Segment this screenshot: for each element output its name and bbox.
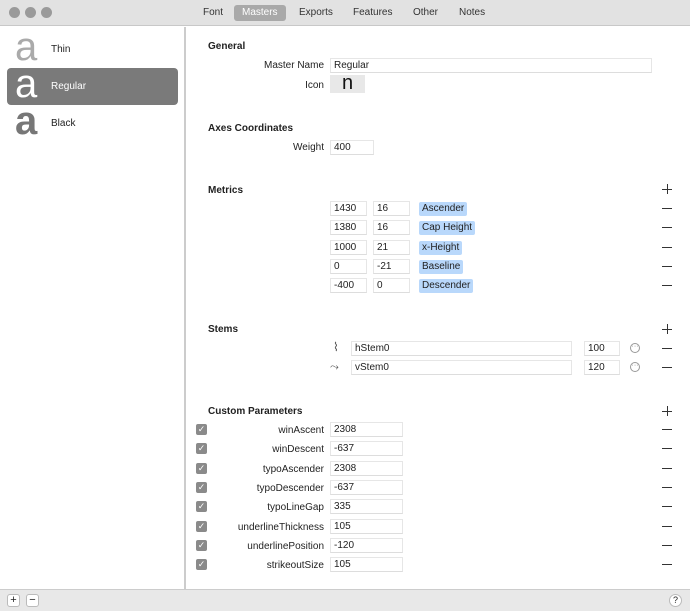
remove-parameter-button[interactable] <box>662 544 672 546</box>
parameter-value-input[interactable]: -637 <box>330 441 403 457</box>
master-glyph-icon: a <box>15 99 38 143</box>
parameter-name: typoAscender <box>262 463 324 475</box>
master-icon-well[interactable]: n <box>330 73 365 93</box>
metric-value-input[interactable]: 1430 <box>330 201 367 216</box>
parameter-enabled-checkbox[interactable]: ✓ <box>196 539 207 551</box>
icon-label: Icon <box>305 80 324 91</box>
parameter-enabled-checkbox[interactable]: ✓ <box>196 462 207 474</box>
metric-value-input[interactable]: 1000 <box>330 239 367 255</box>
parameter-value-input[interactable]: 2308 <box>330 460 403 476</box>
add-metric-button[interactable] <box>662 184 672 194</box>
parameter-enabled-checkbox[interactable]: ✓ <box>196 424 207 435</box>
metric-name-tag[interactable]: Baseline <box>419 259 464 274</box>
section-general-title: General <box>208 41 246 52</box>
remove-parameter-button[interactable] <box>662 564 672 566</box>
parameter-value-input[interactable]: 2308 <box>330 422 403 437</box>
parameter-name: underlineThickness <box>237 521 324 533</box>
master-name: Regular <box>51 81 87 92</box>
metric-overshoot-input[interactable]: 16 <box>373 220 410 236</box>
master-glyph-icon: a <box>15 25 38 69</box>
remove-parameter-button[interactable] <box>662 448 672 450</box>
master-name-input[interactable]: Regular <box>330 58 652 73</box>
remove-stem-button[interactable] <box>662 367 672 368</box>
metric-name-tag[interactable]: x-Height <box>419 240 463 255</box>
zoom-window-button[interactable] <box>41 7 52 18</box>
stem-name-input[interactable]: vStem0 <box>351 360 572 375</box>
tab-exports[interactable]: Exports <box>291 5 341 21</box>
remove-metric-button[interactable] <box>662 208 672 209</box>
remove-parameter-button[interactable] <box>662 525 672 527</box>
parameter-enabled-checkbox[interactable]: ✓ <box>196 481 207 493</box>
remove-parameter-button[interactable] <box>662 467 672 469</box>
more-options-icon[interactable]: ··· <box>630 362 640 372</box>
master-name-label: Master Name <box>263 60 324 71</box>
masters-sidebar: a Thin a Regular a Black <box>0 27 185 589</box>
vertical-stem-icon: ⤳ <box>330 361 339 373</box>
section-axes-title: Axes Coordinates <box>208 123 294 134</box>
metric-overshoot-input[interactable]: 16 <box>373 201 410 216</box>
metric-overshoot-input[interactable]: 0 <box>373 278 410 294</box>
stem-name-input[interactable]: hStem0 <box>351 341 572 356</box>
section-custom-parameters-title: Custom Parameters <box>208 406 303 417</box>
metric-value-input[interactable]: 1380 <box>330 220 367 236</box>
more-options-icon[interactable]: ··· <box>630 343 640 353</box>
weight-input[interactable]: 400 <box>330 140 374 155</box>
remove-metric-button[interactable] <box>662 265 672 267</box>
title-bar: Font Masters Exports Features Other Note… <box>0 0 690 26</box>
weight-label: Weight <box>293 142 324 153</box>
parameter-name: underlinePosition <box>247 540 324 552</box>
add-custom-parameter-button[interactable] <box>662 406 672 416</box>
parameter-value-input[interactable]: 105 <box>330 518 403 534</box>
metric-value-input[interactable]: 0 <box>330 258 367 274</box>
add-master-button[interactable]: + <box>7 594 20 607</box>
master-glyph-icon: a <box>15 62 38 106</box>
parameter-enabled-checkbox[interactable]: ✓ <box>196 520 207 532</box>
remove-metric-button[interactable] <box>662 246 672 248</box>
parameter-name: strikeoutSize <box>266 560 324 572</box>
minimize-window-button[interactable] <box>25 7 36 18</box>
parameter-enabled-checkbox[interactable]: ✓ <box>196 501 207 513</box>
parameter-enabled-checkbox[interactable]: ✓ <box>196 443 207 455</box>
section-metrics-title: Metrics <box>208 185 244 196</box>
remove-parameter-button[interactable] <box>662 486 672 488</box>
master-name: Thin <box>51 44 71 55</box>
parameter-value-input[interactable]: -637 <box>330 479 403 495</box>
parameter-name: typoDescender <box>256 482 324 494</box>
bottom-bar: + − ? <box>0 589 690 611</box>
tab-other[interactable]: Other <box>405 5 446 21</box>
metric-name-tag[interactable]: Cap Height <box>419 221 476 236</box>
tab-features[interactable]: Features <box>345 5 400 21</box>
sidebar-divider <box>185 27 186 589</box>
remove-stem-button[interactable] <box>662 348 672 349</box>
remove-parameter-button[interactable] <box>662 506 672 508</box>
parameter-value-input[interactable]: 105 <box>330 557 403 573</box>
remove-parameter-button[interactable] <box>662 429 672 430</box>
parameter-enabled-checkbox[interactable]: ✓ <box>196 559 207 571</box>
parameter-name: typoLineGap <box>267 502 324 514</box>
master-item-black[interactable]: a Black <box>7 101 178 142</box>
metric-value-input[interactable]: -400 <box>330 278 367 294</box>
add-stem-button[interactable] <box>662 324 672 334</box>
parameter-value-input[interactable]: 335 <box>330 499 403 515</box>
section-stems-title: Stems <box>208 324 239 335</box>
stem-value-input[interactable]: 120 <box>584 360 620 375</box>
remove-master-button[interactable]: − <box>26 594 39 607</box>
remove-metric-button[interactable] <box>662 227 672 229</box>
parameter-name: winAscent <box>278 425 324 436</box>
parameter-name: winDescent <box>272 444 324 456</box>
tab-font[interactable]: Font <box>195 5 231 21</box>
metric-overshoot-input[interactable]: -21 <box>373 258 410 274</box>
close-window-button[interactable] <box>9 7 20 18</box>
help-button[interactable]: ? <box>669 594 682 607</box>
horizontal-stem-icon: ⌇ <box>333 340 339 354</box>
master-name: Black <box>51 118 76 129</box>
tab-notes[interactable]: Notes <box>451 5 493 21</box>
remove-metric-button[interactable] <box>662 285 672 287</box>
stem-value-input[interactable]: 100 <box>584 341 620 356</box>
metric-name-tag[interactable]: Descender <box>419 279 474 294</box>
metric-overshoot-input[interactable]: 21 <box>373 239 410 255</box>
metric-name-tag[interactable]: Ascender <box>419 202 468 216</box>
tab-masters[interactable]: Masters <box>234 5 286 21</box>
parameter-value-input[interactable]: -120 <box>330 537 403 553</box>
